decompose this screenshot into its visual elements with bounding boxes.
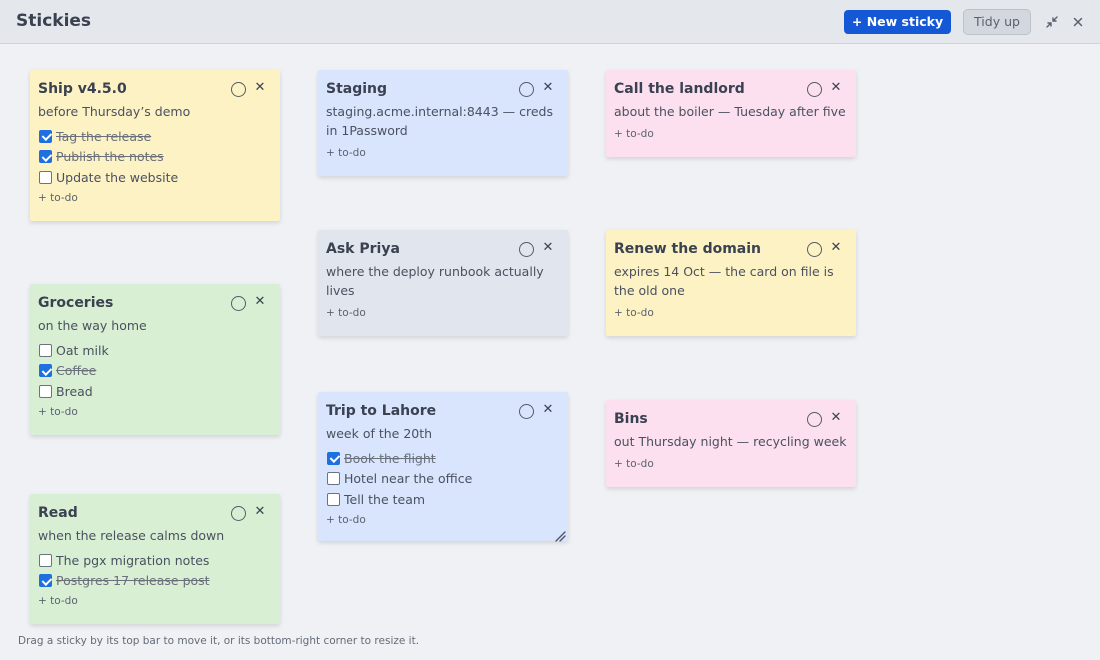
circle-icon[interactable] <box>807 242 822 257</box>
todo-checkbox[interactable] <box>39 129 52 143</box>
todo-checkbox[interactable] <box>327 472 340 486</box>
todo-label: Hotel near the office <box>344 471 473 487</box>
todo-label: Publish the notes <box>56 149 164 165</box>
todo-checkbox[interactable] <box>39 384 52 398</box>
todo-label: Coffee <box>56 363 97 379</box>
todo-item[interactable]: Update the website <box>38 167 272 188</box>
todo-checkbox[interactable] <box>327 451 340 465</box>
circle-icon[interactable] <box>231 82 246 97</box>
sticky-subtitle: expires 14 Oct — the card on file is the… <box>614 264 834 298</box>
todo-checkbox[interactable] <box>39 574 52 588</box>
close-icon[interactable]: ✕ <box>830 81 842 95</box>
sticky-subtitle: week of the 20th <box>326 426 433 441</box>
close-icon[interactable]: ✕ <box>254 81 266 95</box>
sticky-drag-bar[interactable]: Renew the domain ✕ <box>614 239 848 259</box>
sticky-note-read[interactable]: Read ✕ when the release calms down The p… <box>30 494 280 624</box>
close-icon[interactable]: ✕ <box>254 295 266 309</box>
circle-icon[interactable] <box>807 412 822 427</box>
footer-hint: Drag a sticky by its top bar to move it,… <box>18 635 420 647</box>
todo-list: Tag the release Publish the notes Update… <box>38 126 272 188</box>
todo-label: Tell the team <box>344 491 426 507</box>
add-todo-link[interactable]: + to-do <box>326 146 560 176</box>
todo-checkbox[interactable] <box>39 170 52 184</box>
todo-checkbox[interactable] <box>39 150 52 164</box>
add-todo-link[interactable]: + to-do <box>614 306 848 336</box>
todo-label: Tag the release <box>56 128 152 144</box>
tidy-up-button[interactable]: Tidy up <box>963 9 1031 35</box>
sticky-subtitle: staging.acme.internal:8443 — creds in 1P… <box>326 104 553 138</box>
todo-label: Update the website <box>56 169 179 185</box>
resize-grip-icon[interactable] <box>554 527 566 542</box>
close-window-icon[interactable] <box>1069 13 1087 31</box>
close-icon[interactable]: ✕ <box>830 411 842 425</box>
todo-item[interactable]: Tag the release <box>38 126 272 147</box>
sticky-drag-bar[interactable]: Staging ✕ <box>326 79 560 99</box>
sticky-note-staging[interactable]: Staging ✕ staging.acme.internal:8443 — c… <box>318 70 568 176</box>
circle-icon[interactable] <box>519 404 534 419</box>
close-icon[interactable]: ✕ <box>830 241 842 255</box>
sticky-drag-bar[interactable]: Groceries ✕ <box>38 293 272 313</box>
circle-icon[interactable] <box>519 82 534 97</box>
todo-list: Book the flight Hotel near the office Te… <box>326 448 560 510</box>
todo-item[interactable]: Book the flight <box>326 448 560 469</box>
add-todo-link[interactable]: + to-do <box>614 457 848 487</box>
todo-checkbox[interactable] <box>327 492 340 506</box>
todo-label: The pgx migration notes <box>56 552 210 568</box>
todo-item[interactable]: Coffee <box>38 361 272 382</box>
add-todo-link[interactable]: + to-do <box>326 306 560 336</box>
todo-list: The pgx migration notes Postgres 17 rele… <box>38 550 272 591</box>
todo-item[interactable]: Publish the notes <box>38 147 272 168</box>
sticky-drag-bar[interactable]: Ask Priya ✕ <box>326 239 560 259</box>
close-icon[interactable]: ✕ <box>254 505 266 519</box>
new-sticky-button[interactable]: + New sticky <box>844 10 951 34</box>
add-todo-link[interactable]: + to-do <box>326 513 560 543</box>
sticky-subtitle: before Thursday’s demo <box>38 104 191 119</box>
add-todo-link[interactable]: + to-do <box>38 191 272 221</box>
todo-list: Oat milk Coffee Bread <box>38 340 272 402</box>
circle-icon[interactable] <box>519 242 534 257</box>
sticky-note-trip[interactable]: Trip to Lahore ✕ week of the 20th Book t… <box>318 392 568 543</box>
sticky-drag-bar[interactable]: Call the landlord ✕ <box>614 79 848 99</box>
close-icon[interactable]: ✕ <box>542 81 554 95</box>
circle-icon[interactable] <box>231 506 246 521</box>
sticky-drag-bar[interactable]: Bins ✕ <box>614 409 848 429</box>
todo-item[interactable]: Bread <box>38 381 272 402</box>
sticky-note-domain[interactable]: Renew the domain ✕ expires 14 Oct — the … <box>606 230 856 336</box>
todo-label: Postgres 17 release post <box>56 573 210 589</box>
close-icon[interactable]: ✕ <box>542 241 554 255</box>
todo-item[interactable]: Tell the team <box>326 489 560 510</box>
todo-label: Bread <box>56 383 93 399</box>
sticky-note-bins[interactable]: Bins ✕ out Thursday night — recycling we… <box>606 400 856 487</box>
todo-label: Book the flight <box>344 450 436 466</box>
top-bar: Stickies + New sticky Tidy up <box>0 0 1100 44</box>
sticky-subtitle: where the deploy runbook actually lives <box>326 264 544 298</box>
circle-icon[interactable] <box>807 82 822 97</box>
close-icon[interactable]: ✕ <box>542 403 554 417</box>
todo-label: Oat milk <box>56 342 109 358</box>
todo-checkbox[interactable] <box>39 553 52 567</box>
sticky-note-ask-priya[interactable]: Ask Priya ✕ where the deploy runbook act… <box>318 230 568 336</box>
todo-item[interactable]: The pgx migration notes <box>38 550 272 571</box>
sticky-subtitle: on the way home <box>38 318 147 333</box>
add-todo-link[interactable]: + to-do <box>614 127 848 157</box>
todo-checkbox[interactable] <box>39 364 52 378</box>
sticky-drag-bar[interactable]: Read ✕ <box>38 503 272 523</box>
sticky-subtitle: about the boiler — Tuesday after five <box>614 104 846 119</box>
todo-item[interactable]: Oat milk <box>38 340 272 361</box>
collapse-icon[interactable] <box>1043 13 1061 31</box>
circle-icon[interactable] <box>231 296 246 311</box>
app-title: Stickies <box>16 11 92 31</box>
sticky-drag-bar[interactable]: Trip to Lahore ✕ <box>326 401 560 421</box>
sticky-note-landlord[interactable]: Call the landlord ✕ about the boiler — T… <box>606 70 856 157</box>
add-todo-link[interactable]: + to-do <box>38 405 272 435</box>
sticky-drag-bar[interactable]: Ship v4.5.0 ✕ <box>38 79 272 99</box>
add-todo-link[interactable]: + to-do <box>38 594 272 624</box>
sticky-subtitle: when the release calms down <box>38 528 225 543</box>
todo-item[interactable]: Postgres 17 release post <box>38 571 272 592</box>
todo-checkbox[interactable] <box>39 343 52 357</box>
sticky-note-groceries[interactable]: Groceries ✕ on the way home Oat milk Cof… <box>30 284 280 435</box>
todo-item[interactable]: Hotel near the office <box>326 469 560 490</box>
sticky-note-ship[interactable]: Ship v4.5.0 ✕ before Thursday’s demo Tag… <box>30 70 280 221</box>
sticky-subtitle: out Thursday night — recycling week <box>614 434 847 449</box>
